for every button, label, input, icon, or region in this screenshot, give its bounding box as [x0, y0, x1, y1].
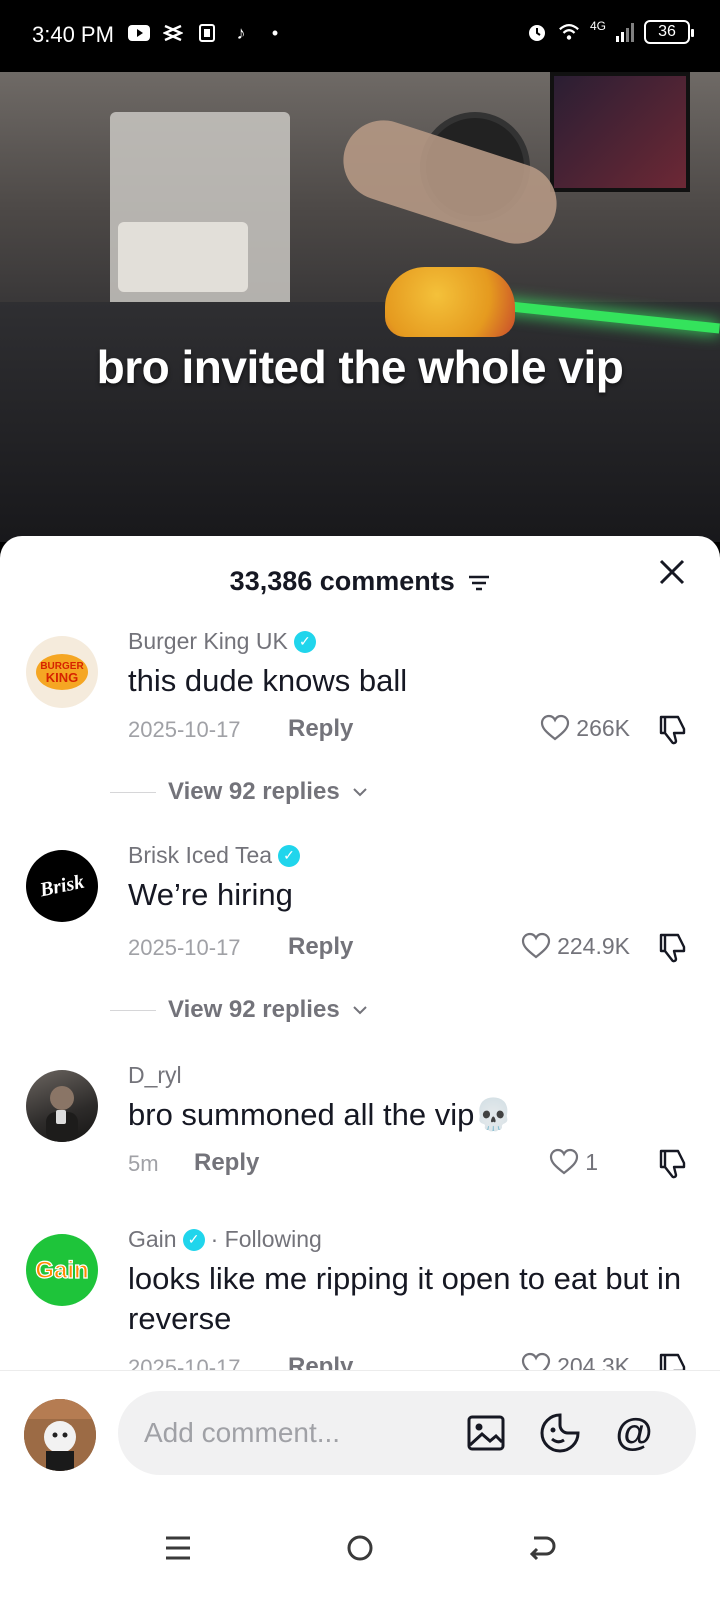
- reply-button[interactable]: Reply: [194, 1149, 259, 1177]
- view-replies-label: View 92 replies: [168, 996, 340, 1023]
- comment-username-row: Burger King UK ✓: [128, 628, 690, 655]
- comment-input-placeholder: Add comment...: [144, 1417, 341, 1448]
- status-time: 3:40 PM: [32, 22, 114, 47]
- comment-username-row: Brisk Iced Tea ✓: [128, 842, 690, 869]
- video-scene-drawer: [118, 222, 248, 292]
- video-scene-monitor: [550, 72, 690, 192]
- verified-badge-icon: ✓: [182, 1228, 205, 1251]
- comment-meta: 5m Reply 1: [128, 1147, 690, 1181]
- like-button[interactable]: 266K: [540, 713, 630, 743]
- reply-button[interactable]: Reply: [288, 933, 353, 961]
- comment-username[interactable]: Gain: [128, 1226, 177, 1253]
- verified-badge-icon: ✓: [293, 630, 316, 653]
- dislike-icon[interactable]: [656, 1147, 690, 1181]
- view-replies-label: View 92 replies: [168, 778, 340, 805]
- svg-text:KING: KING: [46, 670, 79, 685]
- chevron-down-icon: [352, 788, 367, 797]
- youtube-icon: [128, 22, 150, 44]
- comment-text: this dude knows ball: [128, 663, 408, 698]
- like-button[interactable]: 224.9K: [521, 931, 630, 961]
- comment-meta: 2025-10-17 Reply 224.9K: [128, 931, 690, 965]
- comment-meta: 2025-10-17 Reply 266K: [128, 713, 690, 747]
- svg-text:Gain: Gain: [35, 1257, 88, 1284]
- emoji-icon[interactable]: [538, 1411, 582, 1455]
- menu-icon[interactable]: [154, 1524, 202, 1572]
- close-icon[interactable]: [652, 554, 692, 594]
- divider: [110, 1009, 156, 1011]
- comment-text: looks like me ripping it open to eat but…: [128, 1261, 682, 1336]
- back-icon[interactable]: [518, 1524, 566, 1572]
- comment-body: Burger King UK ✓ this dude knows ball 20…: [128, 628, 690, 747]
- comments-count[interactable]: 33,386 comments: [0, 566, 720, 597]
- battery-icon: 36: [644, 20, 694, 44]
- like-count: 1: [585, 1148, 598, 1175]
- comment-text: bro summoned all the vip💀: [128, 1097, 513, 1132]
- avatar[interactable]: Gain: [26, 1234, 98, 1306]
- tiktok-icon: ♪: [236, 22, 246, 43]
- comment-username[interactable]: Burger King UK: [128, 628, 288, 655]
- avatar[interactable]: [26, 1070, 98, 1142]
- comment-body: Gain ✓ · Following looks like me ripping…: [128, 1226, 690, 1385]
- dot-icon: •: [271, 22, 279, 43]
- signal-icon: [616, 22, 634, 42]
- notification-icons: ♪ •: [128, 22, 286, 44]
- following-label: · Following: [210, 1226, 322, 1252]
- like-button[interactable]: 1: [549, 1147, 598, 1177]
- heart-icon: [550, 1148, 579, 1175]
- network-type: 4G: [589, 19, 606, 33]
- filter-icon[interactable]: [468, 574, 490, 592]
- status-right-icons: 4G 36: [526, 19, 694, 44]
- video-scene-desk: [0, 302, 720, 542]
- comment-date: 5m: [128, 1151, 159, 1176]
- comment-input[interactable]: Add comment... @: [118, 1391, 696, 1475]
- status-bar: 3:40 PM ♪ • 4G 36: [0, 0, 720, 72]
- comment-body: D_ryl bro summoned all the vip💀 5m Reply…: [128, 1062, 690, 1181]
- like-count: 224.9K: [557, 932, 630, 959]
- image-icon[interactable]: [464, 1411, 508, 1455]
- wifi-icon: [558, 21, 580, 43]
- alarm-icon: [526, 21, 548, 43]
- svg-text:@: @: [615, 1412, 652, 1454]
- like-count: 266K: [576, 714, 630, 741]
- comment-text: We’re hiring: [128, 877, 293, 912]
- dislike-icon[interactable]: [656, 931, 690, 965]
- comment-username[interactable]: D_ryl: [128, 1062, 182, 1089]
- comment-username-row: Gain ✓ · Following: [128, 1226, 690, 1253]
- chevron-down-icon: [352, 1006, 367, 1015]
- comment-body: Brisk Iced Tea ✓ We’re hiring 2025-10-17…: [128, 842, 690, 965]
- user-avatar[interactable]: [24, 1399, 96, 1471]
- capcut-icon: [162, 22, 184, 44]
- video-caption: bro invited the whole vip: [96, 341, 624, 393]
- comment-date: 2025-10-17: [128, 935, 241, 960]
- dislike-icon[interactable]: [656, 713, 690, 747]
- tablet-icon: [196, 22, 218, 44]
- verified-badge-icon: ✓: [278, 844, 301, 867]
- video-player[interactable]: bro invited the whole vip: [0, 72, 720, 542]
- comments-count-label: 33,386 comments: [229, 566, 455, 596]
- divider: [110, 791, 156, 793]
- heart-icon: [541, 714, 570, 741]
- view-replies-button[interactable]: View 92 replies: [110, 778, 368, 806]
- comment-input-bar: Add comment... @: [0, 1370, 720, 1498]
- comment-username-row: D_ryl: [128, 1062, 690, 1089]
- avatar[interactable]: Brisk: [26, 850, 98, 922]
- home-icon[interactable]: [336, 1524, 384, 1572]
- comment-date: 2025-10-17: [128, 717, 241, 742]
- video-scene-food: [385, 267, 515, 337]
- navigation-bar: [0, 1498, 720, 1600]
- mention-icon[interactable]: @: [612, 1411, 656, 1455]
- heart-icon: [521, 932, 551, 959]
- svg-text:Brisk: Brisk: [37, 871, 86, 901]
- sheet-header: 33,386 comments: [0, 536, 720, 608]
- avatar[interactable]: BURGER KING: [26, 636, 98, 708]
- view-replies-button[interactable]: View 92 replies: [110, 996, 368, 1024]
- reply-button[interactable]: Reply: [288, 715, 353, 743]
- comment-username[interactable]: Brisk Iced Tea: [128, 842, 272, 869]
